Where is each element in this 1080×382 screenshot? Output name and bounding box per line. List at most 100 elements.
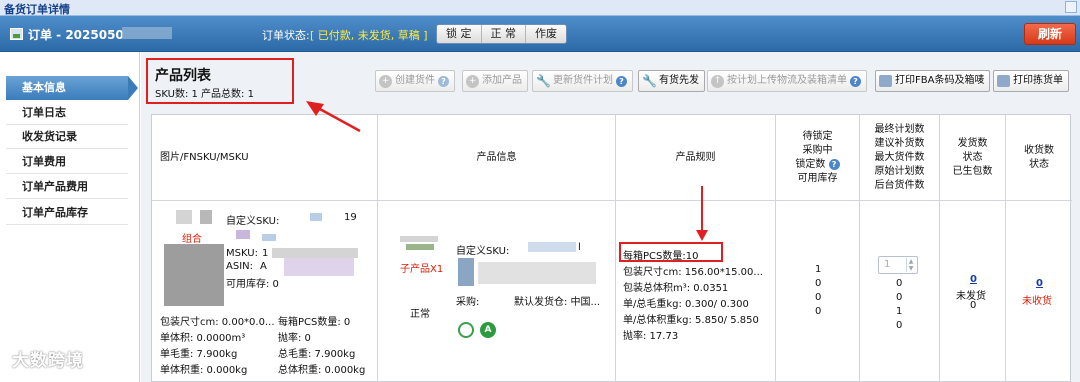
upload-plan-button[interactable]: ↑ 按计划上传物流及装箱清单 ? (707, 70, 867, 92)
printer-icon (879, 75, 892, 87)
sidebar-item-basic-info[interactable]: 基本信息 (6, 76, 138, 100)
column-info: 产品信息 子产品X1 自定义SKU: l 正常 采购: 默认发货仓: 中国...… (378, 115, 616, 382)
lock-value: 1 (815, 264, 822, 275)
cell-recv: 0 未收货 (1006, 202, 1072, 382)
product-image-redacted (164, 244, 224, 306)
help-icon[interactable]: ? (850, 75, 861, 87)
header-plan-line: 最大货件数 (874, 151, 925, 163)
spec-volume-weight: 单/总体积重kg: 5.850/ 5.850 (623, 315, 759, 326)
sidebar-item-order-log[interactable]: 订单日志 (6, 101, 128, 125)
void-button[interactable]: 作废 (526, 25, 566, 43)
package-size: 包装尺寸cm: 0.00*0.0... (160, 317, 275, 328)
final-plan-stepper[interactable]: 1 ▲ ▼ (878, 256, 918, 274)
redacted-sku (310, 213, 322, 221)
help-icon[interactable]: ? (828, 158, 840, 170)
redacted-thumb (176, 210, 192, 224)
total-volume-weight: 总体积重: 0.000kg (278, 365, 366, 376)
watermark-logo: 大数跨境 (12, 351, 84, 371)
redacted-tag (262, 234, 276, 241)
plus-icon: + (379, 74, 392, 88)
help-icon[interactable]: ? (616, 75, 627, 87)
lock-button[interactable]: 锁 定 (437, 25, 482, 43)
header-recv-line: 状态 (1029, 158, 1049, 170)
stepper-arrows-icon[interactable]: ▲ ▼ (906, 258, 915, 272)
product-table: 图片/FNSKU/MSKU 自定义SKU: 19 组合 MSKU: 1 ASIN… (151, 114, 1072, 382)
order-id-redacted (122, 27, 172, 39)
redacted-thumb (200, 210, 212, 224)
cell-spec: 每箱PCS数量:10 包装尺寸cm: 156.00*15.00... 包装总体积… (616, 202, 775, 382)
redacted-tag (236, 230, 250, 239)
header-plan-line: 原始计划数 (874, 165, 925, 177)
order-header-bar: 订单 - 2025050 订单状态: [ 已付款, 未发货, 草稿 ] 锁 定 … (0, 16, 1080, 52)
sidebar-item-order-fees[interactable]: 订单费用 (6, 150, 128, 174)
order-action-group: 锁 定 正 常 作废 (436, 24, 567, 44)
header-ship-line: 已生包数 (952, 165, 993, 177)
print-pick-button[interactable]: 打印拣货单 (993, 70, 1069, 92)
column-ship: 发货数 状态 已生包数 0 未发货 0 (940, 115, 1006, 382)
msku-label: MSKU: (226, 248, 258, 259)
header-lock-line: 锁定数 ? (795, 158, 840, 172)
header-image: 图片/FNSKU/MSKU (152, 115, 377, 201)
product-status: 正常 (410, 309, 430, 320)
lock-value: 0 (815, 306, 822, 317)
unit-volume: 单体积: 0.0000m³ (160, 333, 246, 344)
info-sku-tail: l (578, 242, 581, 253)
update-plan-button[interactable]: 🔧 更新货件计划 ? (532, 70, 633, 92)
cell-info: 子产品X1 自定义SKU: l 正常 采购: 默认发货仓: 中国... A (378, 202, 615, 382)
header-lock-line: 采购中 (802, 144, 833, 156)
cell-ship: 0 未发货 0 (940, 202, 1005, 382)
normal-button[interactable]: 正 常 (482, 25, 526, 43)
stock-first-button[interactable]: 🔧 有货先发 (638, 70, 705, 92)
sidebar-item-product-fees[interactable]: 订单产品费用 (6, 175, 128, 199)
sidebar-item-product-stock[interactable]: 订单产品库存 (6, 201, 128, 225)
redacted-msku (272, 248, 358, 258)
header-plan-line: 建议补货数 (874, 137, 925, 149)
ship-packs: 0 (970, 300, 977, 311)
custom-sku-label: 自定义SKU: (226, 216, 280, 227)
clock-icon[interactable] (458, 322, 474, 338)
child-product-tag: 子产品X1 (400, 264, 444, 275)
spec-gross-weight: 单/总毛重kg: 0.300/ 0.300 (623, 299, 749, 310)
amazon-icon[interactable]: A (480, 322, 496, 338)
add-product-button[interactable]: + 添加产品 (462, 70, 528, 92)
sidebar-item-shipping-records[interactable]: 收发货记录 (6, 125, 128, 149)
ship-count-link[interactable]: 0 (970, 274, 977, 285)
recv-count-link[interactable]: 0 (1036, 278, 1043, 289)
header-info: 产品信息 (378, 115, 615, 201)
unit-volume-weight: 单体积重: 0.000kg (160, 365, 248, 376)
plan-value: 0 (896, 292, 903, 303)
plus-icon: + (466, 74, 479, 88)
column-spec: 产品规则 每箱PCS数量:10 包装尺寸cm: 156.00*15.00... … (616, 115, 776, 382)
window-titlebar: 备货订单详情 (0, 0, 1080, 16)
header-lock-text: 锁定数 (795, 158, 826, 170)
info-custom-sku-label: 自定义SKU: (456, 246, 510, 257)
spec-pull-rate: 抛率: 17.73 (623, 331, 679, 342)
column-recv: 收货数 状态 0 未收货 (1006, 115, 1072, 382)
column-lock: 待锁定 采购中 锁定数 ? 可用库存 1 0 0 0 (776, 115, 860, 382)
print-pick-label: 打印拣货单 (1013, 75, 1063, 86)
combo-tag: 组合 (182, 234, 202, 245)
header-ship-line: 状态 (962, 151, 983, 163)
column-plan: 最终计划数 建议补货数 最大货件数 原始计划数 后台货件数 1 ▲ ▼ 0 0 1… (860, 115, 940, 382)
header-lock: 待锁定 采购中 锁定数 ? 可用库存 (776, 115, 859, 201)
header-plan: 最终计划数 建议补货数 最大货件数 原始计划数 后台货件数 (860, 115, 939, 201)
header-lock-line: 待锁定 (802, 130, 833, 142)
header-lock-line: 可用库存 (797, 172, 838, 184)
spec-package-size: 包装尺寸cm: 156.00*15.00... (623, 267, 763, 278)
stock-first-label: 有货先发 (659, 75, 699, 86)
window-restore-icon[interactable] (1065, 1, 1077, 13)
spec-total-volume: 包装总体积m³: 0.0351 (623, 283, 729, 294)
redacted-sku (528, 242, 576, 252)
cell-plan: 1 ▲ ▼ 0 0 1 0 (860, 202, 939, 382)
annotation-highlight-box (146, 58, 294, 104)
order-status-value: [ 已付款, 未发货, 草稿 ] (310, 29, 428, 42)
print-fba-button[interactable]: 打印FBA条码及箱唛 (875, 70, 991, 92)
redacted-info (478, 262, 596, 284)
lock-value: 0 (815, 278, 822, 289)
create-shipment-button[interactable]: + 创建货件 ? (375, 70, 455, 92)
help-icon[interactable]: ? (438, 75, 449, 87)
redacted-asin (284, 258, 354, 276)
refresh-button[interactable]: 刷新 (1024, 23, 1076, 45)
column-image: 图片/FNSKU/MSKU 自定义SKU: 19 组合 MSKU: 1 ASIN… (152, 115, 378, 382)
cell-image: 自定义SKU: 19 组合 MSKU: 1 ASIN: A 可用库存: 0 包装… (152, 202, 377, 382)
